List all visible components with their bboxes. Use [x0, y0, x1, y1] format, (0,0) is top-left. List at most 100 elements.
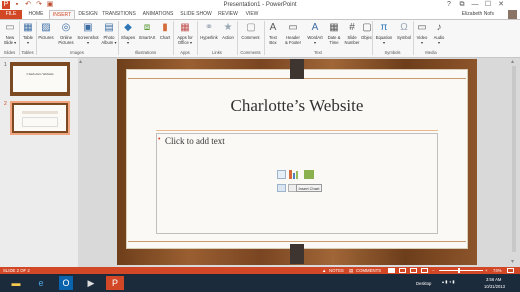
ribbon-button-label: Action — [222, 35, 234, 40]
chevron-up-icon[interactable]: ▴ — [511, 58, 514, 65]
media-icon[interactable]: ▶ — [84, 276, 98, 290]
ribbon-button-label: Symbol — [397, 35, 411, 40]
smartart-button[interactable]: ⧈ SmartArt — [137, 21, 157, 47]
chevron-up-icon[interactable]: ▴ — [79, 58, 82, 65]
internet-explorer-icon[interactable]: e — [34, 276, 48, 290]
ribbon-button-label: Time — [329, 40, 339, 45]
redo-icon[interactable]: ↷ — [35, 1, 43, 9]
equation-icon: π — [380, 22, 388, 33]
thumbnail-content-box — [22, 117, 58, 127]
comment-button[interactable]: ▢ Comment — [238, 21, 263, 47]
tab-view[interactable]: VIEW — [243, 10, 261, 19]
date-time-icon: ▦ — [329, 22, 339, 33]
insert-smartart-icon[interactable] — [304, 170, 314, 179]
insert-chart-icon[interactable] — [289, 170, 292, 179]
ribbon-display-button[interactable]: ⧉ — [455, 0, 469, 10]
date-time-button[interactable]: ▦ Date & Time — [325, 21, 343, 47]
reading-view-icon[interactable] — [410, 268, 417, 273]
audio-icon: ♪ — [436, 22, 442, 33]
ribbon-button-label: Pictures — [38, 35, 54, 40]
slide-title[interactable]: Charlotte’s Website — [126, 95, 468, 117]
clock-time[interactable]: 3:56 AM — [486, 277, 501, 282]
zoom-slider[interactable] — [439, 270, 483, 271]
tab-review[interactable]: REVIEW — [215, 10, 241, 19]
tab-transitions[interactable]: TRANSITIONS — [101, 10, 137, 19]
equation-button[interactable]: π Equation ▾ — [373, 21, 395, 47]
apps-button[interactable]: ▦ Apps for Office ▾ — [174, 21, 196, 47]
symbol-button[interactable]: Ω Symbol — [396, 21, 412, 47]
slide-sorter-icon[interactable] — [399, 268, 406, 273]
normal-view-icon[interactable] — [388, 268, 395, 273]
online-pictures-button[interactable]: ◎ Online Pictures — [56, 21, 76, 47]
ribbon-button-label: ▾ — [420, 40, 424, 45]
tray-icons[interactable]: ▴ ▮ ◖ ▮ — [442, 279, 455, 284]
tab-slide-show[interactable]: SLIDE SHOW — [179, 10, 213, 19]
zoom-level[interactable]: 74% — [493, 267, 502, 274]
desktop-label[interactable]: Desktop — [416, 281, 431, 286]
hyperlink-icon: ⚭ — [204, 22, 214, 33]
notes-button[interactable]: NOTES — [329, 267, 344, 274]
fit-slide-icon[interactable] — [507, 268, 514, 273]
zoom-slider-thumb[interactable] — [458, 268, 460, 273]
wordart-button[interactable]: A WordArt ▾ — [305, 21, 325, 47]
symbol-icon: Ω — [400, 22, 408, 33]
shapes-icon: ◆ — [124, 22, 132, 33]
powerpoint-taskbar-icon[interactable]: P — [106, 276, 124, 290]
minimize-button[interactable]: — — [468, 0, 482, 10]
user-name[interactable]: Elizabeth Nofs — [462, 10, 494, 19]
tab-design[interactable]: DESIGN — [76, 10, 100, 19]
tooltip-insert-chart: Insert Chart — [296, 184, 322, 192]
clock-date[interactable]: 10/31/2013 — [484, 284, 505, 289]
outlook-icon[interactable]: O — [59, 276, 73, 290]
tab-animations[interactable]: ANIMATIONS — [139, 10, 177, 19]
photo-album-icon: ▤ — [104, 22, 114, 33]
slide-number-icon: # — [349, 22, 355, 33]
group-label-links: Links — [212, 50, 222, 55]
comments-button[interactable]: COMMENTS — [356, 267, 381, 274]
thumbnail-number: 2 — [4, 101, 7, 107]
group-label-comments: Comments — [240, 50, 261, 55]
text-box-button[interactable]: A Text Box — [265, 21, 281, 47]
group-label-apps: Apps — [180, 50, 190, 55]
insert-chart-bar — [293, 173, 295, 179]
tab-file[interactable]: FILE — [0, 10, 22, 19]
photo-album-button[interactable]: ▤ Photo Album ▾ — [100, 21, 118, 47]
slide-show-icon[interactable] — [421, 268, 428, 273]
present-icon[interactable]: ▣ — [46, 1, 54, 9]
audio-button[interactable]: ♪ Audio ▾ — [431, 21, 447, 47]
help-button[interactable]: ? — [442, 0, 456, 10]
wordart-icon: A — [311, 22, 319, 33]
save-icon[interactable]: ▪ — [13, 1, 21, 9]
chart-button[interactable]: ▮ Chart — [158, 21, 172, 47]
content-placeholder-text[interactable]: Click to add text — [165, 136, 225, 147]
screenshot-button[interactable]: ▣ Screenshot ▾ — [77, 21, 99, 47]
apps-icon: ▦ — [180, 22, 190, 33]
ribbon-button-label: Hyperlink — [200, 35, 218, 40]
thumbnail-title-line — [22, 111, 58, 114]
maximize-button[interactable]: ☐ — [481, 0, 495, 10]
tab-insert[interactable]: INSERT — [49, 10, 75, 19]
insert-pictures-icon[interactable] — [277, 184, 286, 192]
slide-number-button[interactable]: # Slide Number — [344, 21, 360, 47]
chevron-down-icon[interactable]: ▾ — [511, 258, 514, 265]
file-explorer-icon[interactable]: ▬ — [9, 276, 23, 290]
vertical-scrollbar[interactable] — [512, 66, 516, 252]
avatar[interactable] — [508, 10, 517, 19]
action-button[interactable]: ★ Action — [220, 21, 236, 47]
zoom-out-icon[interactable]: − — [432, 267, 435, 274]
header-footer-button[interactable]: ▭ Header & Footer — [282, 21, 304, 47]
insert-table-icon[interactable] — [277, 170, 286, 179]
new-slide-button[interactable]: ▭ New Slide ▾ — [1, 21, 19, 47]
powerpoint-icon[interactable]: P — [2, 1, 10, 9]
shapes-button[interactable]: ◆ Shapes ▾ — [119, 21, 137, 47]
hyperlink-button[interactable]: ⚭ Hyperlink — [198, 21, 220, 47]
tab-home[interactable]: HOME — [24, 10, 48, 19]
pictures-button[interactable]: ▨ Pictures — [37, 21, 55, 47]
zoom-in-icon[interactable]: + — [485, 267, 488, 274]
video-button[interactable]: ▭ Video ▾ — [414, 21, 430, 47]
close-button[interactable]: ✕ — [494, 0, 508, 10]
table-button[interactable]: ▦ Table ▾ — [20, 21, 36, 47]
undo-icon[interactable]: ↶ — [24, 1, 32, 9]
ribbon-button-label: Chart — [159, 35, 171, 40]
ribbon-button-label: Pictures — [58, 40, 74, 45]
